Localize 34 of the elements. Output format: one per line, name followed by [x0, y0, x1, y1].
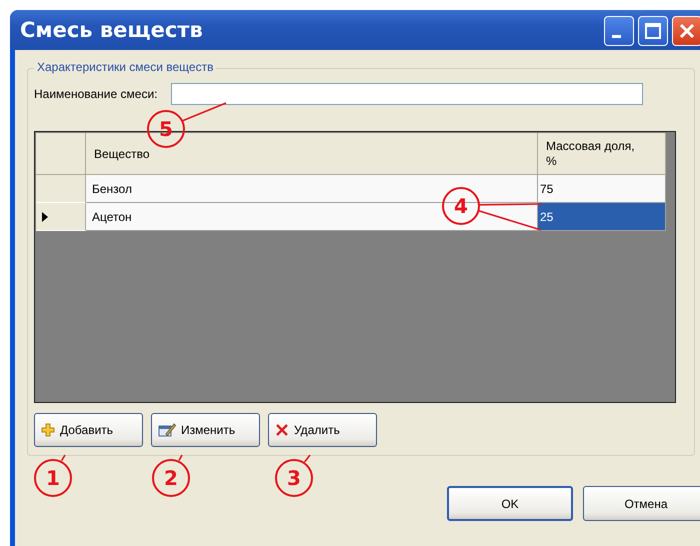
leader-line: [182, 102, 226, 122]
minimize-button[interactable]: [604, 16, 634, 46]
leader-line: [60, 454, 66, 462]
callout-number: 3: [275, 459, 313, 497]
plus-icon: [41, 423, 55, 437]
cancel-button[interactable]: Отмена: [583, 486, 700, 521]
table-cell[interactable]: 75: [538, 175, 666, 203]
field-label: Наименование смеси:: [34, 87, 158, 101]
leader-line: [478, 203, 542, 206]
table-cell[interactable]: 25: [538, 203, 666, 231]
leader-line: [478, 210, 542, 231]
close-icon: [679, 23, 695, 39]
edit-form-icon: [158, 423, 176, 437]
name-input-field[interactable]: [171, 83, 644, 105]
edit-button[interactable]: Изменить: [151, 413, 260, 447]
leader-line: [178, 454, 183, 461]
corner-cell: [36, 133, 86, 175]
ok-button[interactable]: OK: [447, 486, 573, 521]
delete-button[interactable]: Удалить: [268, 413, 377, 447]
callout-number: 4: [442, 187, 480, 225]
callout-number: 2: [152, 459, 190, 497]
callout-number: 1: [34, 459, 72, 497]
window-title: Смесь веществ: [20, 18, 203, 42]
row-pointer-icon: [42, 212, 48, 222]
column-header[interactable]: Массовая доля, %: [538, 133, 666, 175]
minimize-icon: [612, 34, 620, 38]
close-button[interactable]: [672, 16, 700, 46]
row-header[interactable]: [36, 203, 86, 231]
maximize-button[interactable]: [638, 16, 668, 46]
delete-x-icon: [275, 423, 289, 437]
group-legend: Характеристики смеси веществ: [34, 60, 216, 74]
add-button[interactable]: Добавить: [34, 413, 143, 447]
maximize-icon: [645, 23, 661, 39]
leader-line: [304, 454, 311, 462]
